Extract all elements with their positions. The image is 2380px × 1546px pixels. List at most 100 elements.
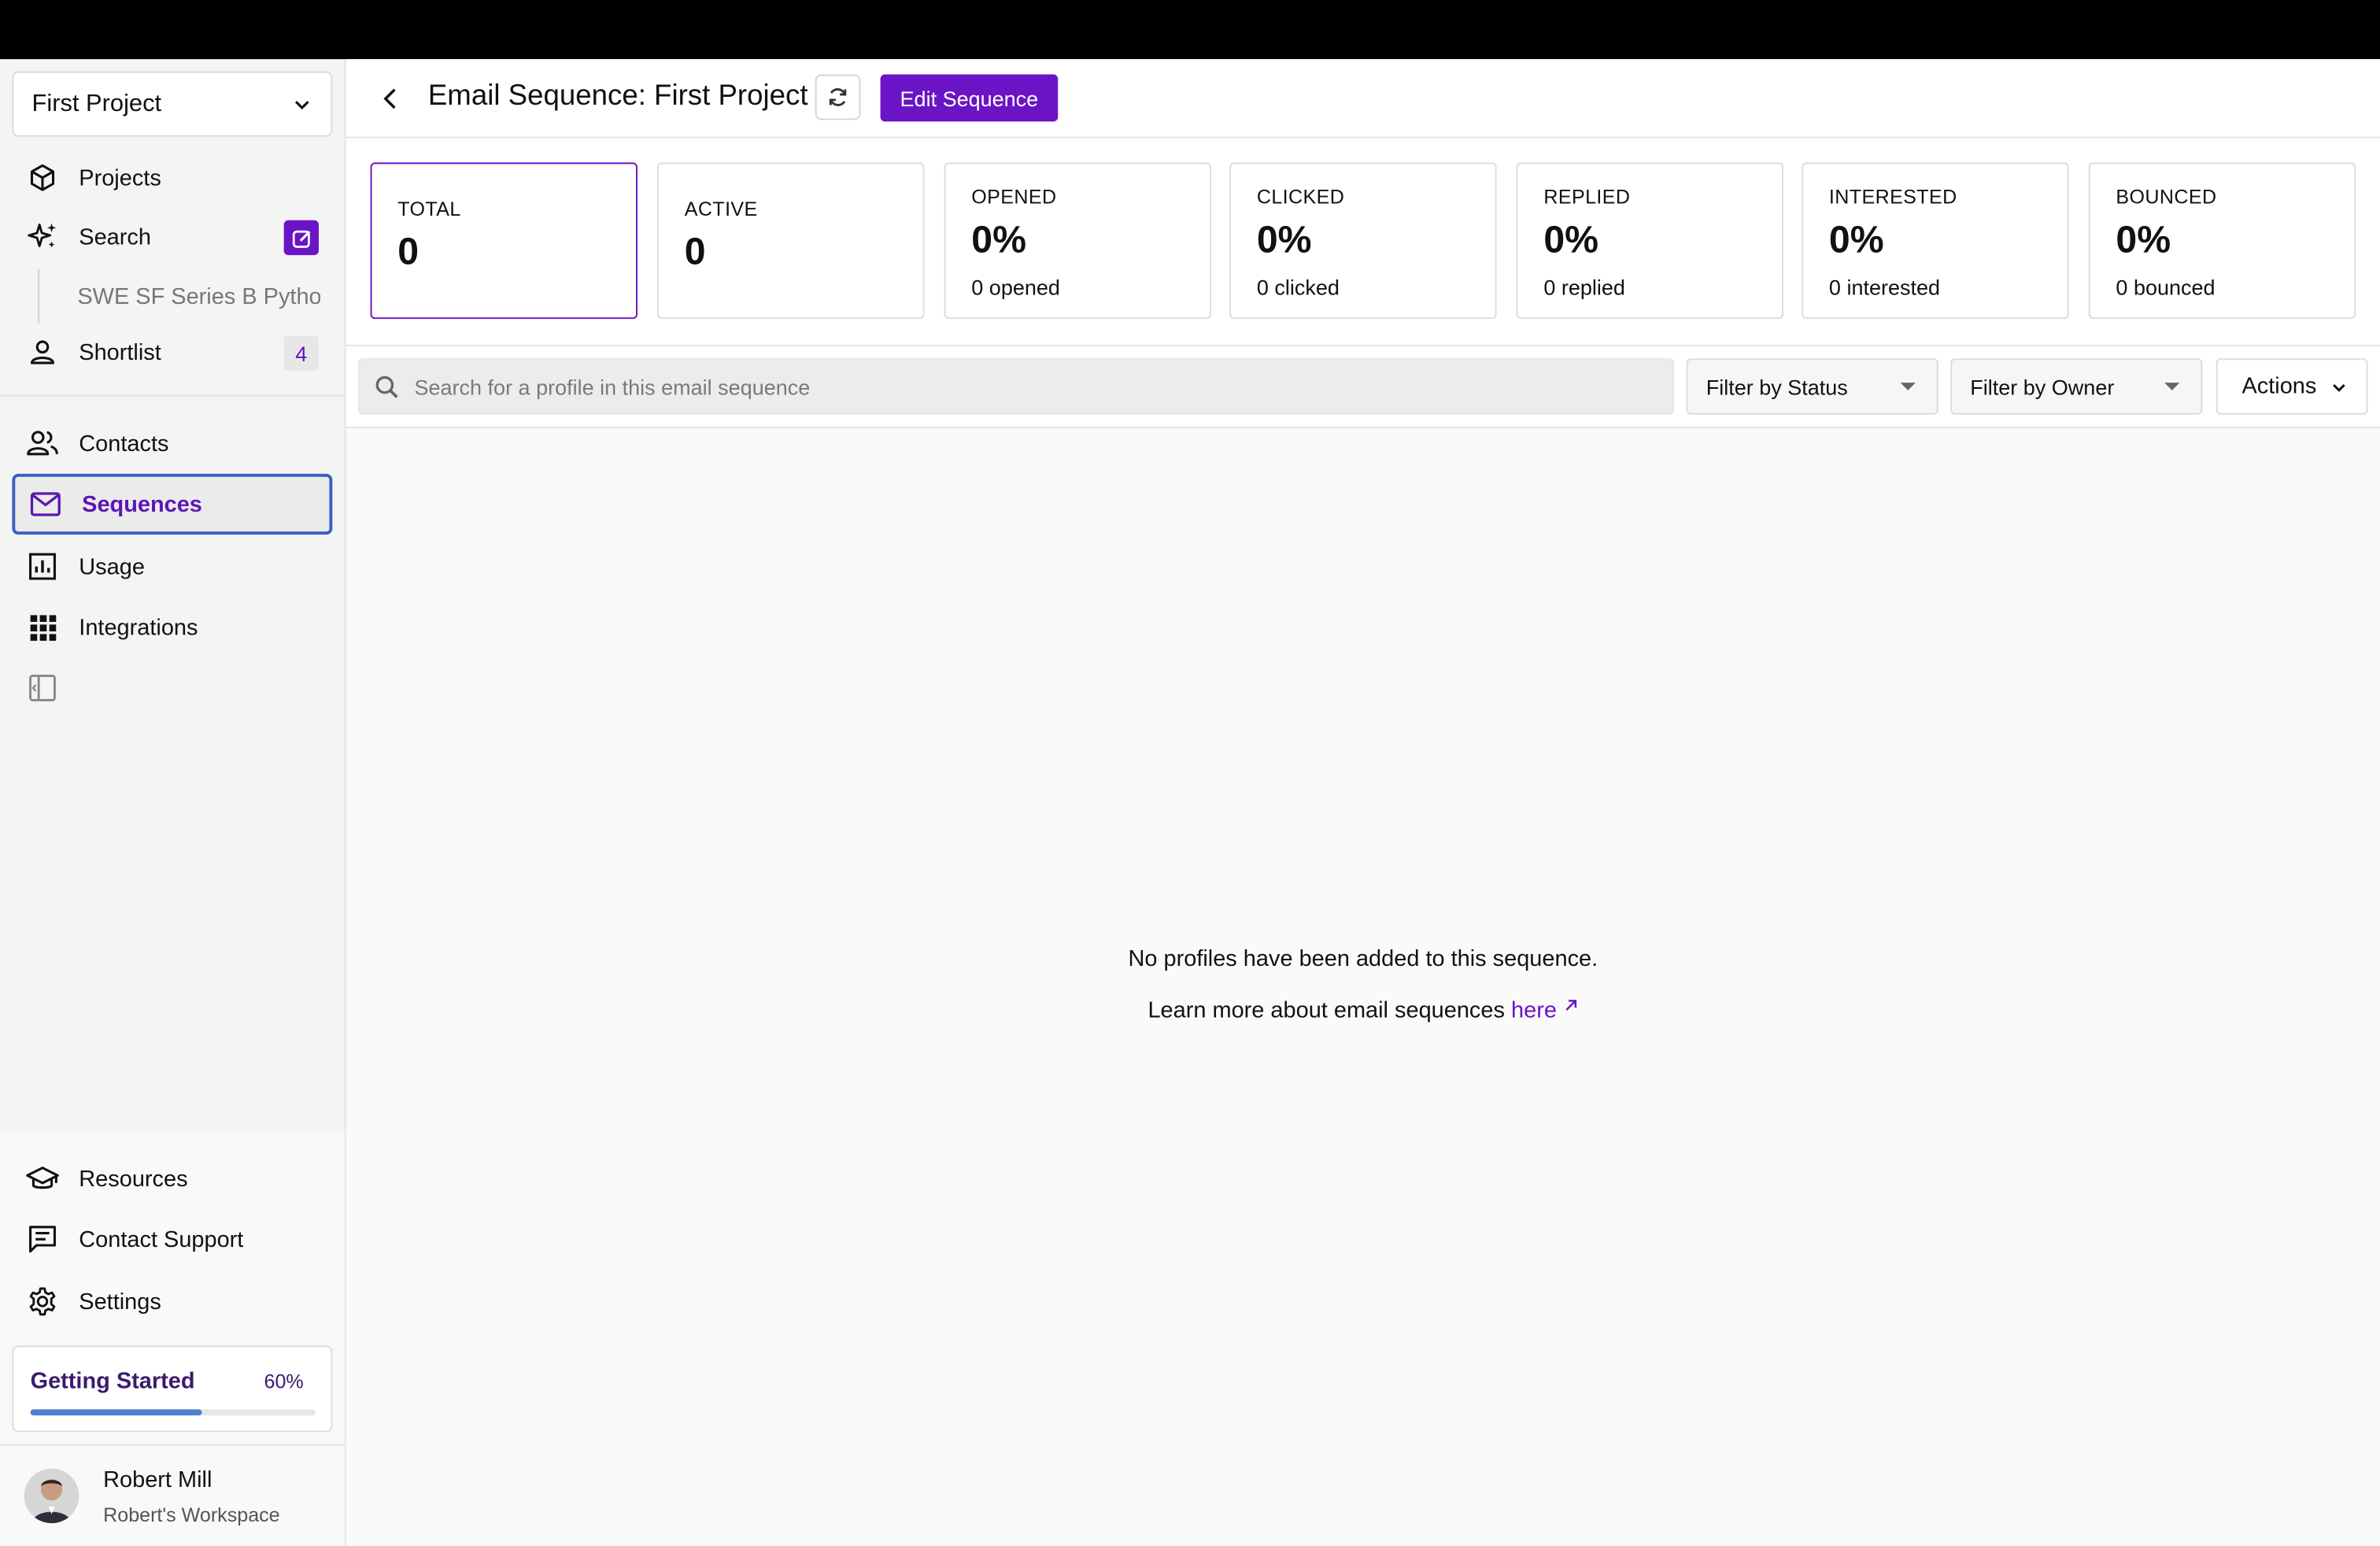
stat-value: 0 xyxy=(684,231,706,274)
page-header: Email Sequence: First Project Edit Seque… xyxy=(346,59,2380,139)
empty-state-message: No profiles have been added to this sequ… xyxy=(1128,945,1598,972)
nav-usage[interactable]: Usage xyxy=(12,536,332,597)
chevron-down-icon xyxy=(294,100,309,109)
progress-fill xyxy=(30,1409,202,1416)
tree-line xyxy=(38,268,40,324)
stat-value: 0% xyxy=(2116,218,2171,261)
learn-more-link-label: here xyxy=(1511,997,1557,1024)
page-title: Email Sequence: First Project xyxy=(427,80,808,113)
nav-search[interactable]: Search xyxy=(12,206,332,267)
shortlist-count-badge: 4 xyxy=(283,335,319,371)
stat-card-interested[interactable]: INTERESTED 0% 0 interested xyxy=(1802,162,2069,320)
nav-settings[interactable]: Settings xyxy=(12,1271,332,1332)
graduation-cap-icon xyxy=(26,1162,59,1195)
user-account[interactable]: Robert Mill Robert's Workspace xyxy=(0,1446,345,1546)
chevron-down-icon xyxy=(2333,384,2345,392)
stat-label: OPENED xyxy=(971,185,1057,209)
stat-label: ACTIVE xyxy=(684,197,758,220)
back-button[interactable] xyxy=(373,82,406,115)
top-bar xyxy=(0,0,2380,60)
progress-track xyxy=(30,1409,316,1416)
learn-more-text: Learn more about email sequences xyxy=(1148,997,1505,1024)
nav-projects[interactable]: Projects xyxy=(12,147,332,208)
stats-area: TOTAL 0 ACTIVE 0 OPENED 0% 0 opened CLIC… xyxy=(346,138,2380,346)
nav-sequences-label: Sequences xyxy=(82,491,202,517)
sparkles-icon xyxy=(26,220,59,253)
stat-card-total[interactable]: TOTAL 0 xyxy=(370,162,638,320)
search-icon xyxy=(375,375,398,398)
getting-started-percent: 60% xyxy=(264,1370,304,1393)
edit-icon xyxy=(291,229,310,247)
sidebar-divider xyxy=(0,394,345,397)
nav-integrations-label: Integrations xyxy=(79,614,198,641)
filter-status-dropdown[interactable]: Filter by Status xyxy=(1686,358,1938,415)
nav-contact-support[interactable]: Contact Support xyxy=(12,1209,332,1270)
refresh-icon xyxy=(829,88,847,106)
main-content: Email Sequence: First Project Edit Seque… xyxy=(346,59,2380,1546)
external-link-icon xyxy=(1565,1000,1576,1011)
edit-sequence-button[interactable]: Edit Sequence xyxy=(880,74,1059,122)
nav-shortlist[interactable]: Shortlist 4 xyxy=(12,322,332,383)
nav-projects-label: Projects xyxy=(79,165,161,191)
stat-value: 0% xyxy=(971,218,1026,261)
sidebar-collapse-icon xyxy=(26,671,59,705)
stat-card-clicked[interactable]: CLICKED 0% 0 clicked xyxy=(1229,162,1497,320)
stat-subtext: 0 interested xyxy=(1828,275,1941,300)
bar-chart-icon xyxy=(26,549,59,583)
nav-search-label: Search xyxy=(79,224,151,250)
refresh-button[interactable] xyxy=(815,74,861,120)
cube-icon xyxy=(26,161,59,194)
stat-label: REPLIED xyxy=(1543,185,1631,209)
stat-card-active[interactable]: ACTIVE 0 xyxy=(657,162,925,320)
stat-subtext: 0 clicked xyxy=(1256,275,1340,300)
nav-resources[interactable]: Resources xyxy=(12,1148,332,1209)
filter-owner-label: Filter by Owner xyxy=(1970,374,2115,399)
learn-more-link[interactable]: here xyxy=(1511,997,1578,1024)
filter-status-label: Filter by Status xyxy=(1706,374,1848,399)
nav-contacts[interactable]: Contacts xyxy=(12,413,332,474)
nav-integrations[interactable]: Integrations xyxy=(12,597,332,657)
project-select[interactable]: First Project xyxy=(12,71,333,137)
chevron-left-icon xyxy=(383,88,396,109)
gear-icon xyxy=(26,1285,59,1318)
stat-subtext: 0 opened xyxy=(971,275,1060,300)
search-input[interactable] xyxy=(414,374,1629,399)
avatar xyxy=(24,1468,79,1524)
stat-label: TOTAL xyxy=(397,197,461,220)
stat-label: CLICKED xyxy=(1256,185,1345,209)
nav-resources-label: Resources xyxy=(79,1165,188,1192)
nav-contacts-label: Contacts xyxy=(79,430,169,457)
stat-card-bounced[interactable]: BOUNCED 0% 0 bounced xyxy=(2088,162,2356,320)
learn-more-line: Learn more about email sequences here xyxy=(346,997,2380,1024)
people-icon xyxy=(26,427,59,460)
collapse-sidebar-button[interactable] xyxy=(12,657,332,718)
stat-card-opened[interactable]: OPENED 0% 0 opened xyxy=(944,162,1211,320)
stat-card-replied[interactable]: REPLIED 0% 0 replied xyxy=(1516,162,1784,320)
filter-bar: Filter by Status Filter by Owner Actions xyxy=(346,346,2380,429)
sidebar: First Project Projects Search SWE SF Ser… xyxy=(0,59,346,1546)
filter-owner-dropdown[interactable]: Filter by Owner xyxy=(1950,358,2203,415)
stat-value: 0 xyxy=(397,231,419,274)
nav-sequences[interactable]: Sequences xyxy=(12,473,333,535)
profile-search[interactable] xyxy=(358,358,1675,415)
caret-down-icon xyxy=(1900,383,1916,390)
grid-icon xyxy=(26,611,59,644)
stat-subtext: 0 replied xyxy=(1543,275,1625,300)
caret-down-icon xyxy=(2164,383,2180,390)
project-select-label: First Project xyxy=(31,90,162,117)
chat-icon xyxy=(26,1222,59,1256)
nav-contact-support-label: Contact Support xyxy=(79,1226,244,1252)
saved-search-item[interactable]: SWE SF Series B Python xyxy=(77,275,320,317)
person-icon xyxy=(26,335,59,368)
getting-started-label: Getting Started xyxy=(30,1368,195,1395)
stat-label: INTERESTED xyxy=(1828,185,1957,209)
new-search-button[interactable] xyxy=(283,220,319,256)
stat-value: 0% xyxy=(1256,218,1312,261)
actions-label: Actions xyxy=(2241,373,2317,400)
getting-started-card[interactable]: Getting Started 60% xyxy=(12,1345,333,1433)
stat-value: 0% xyxy=(1543,218,1599,261)
mail-icon xyxy=(29,487,62,520)
stat-subtext: 0 bounced xyxy=(2116,275,2216,300)
actions-button[interactable]: Actions xyxy=(2216,358,2368,415)
app-window: First Project Projects Search SWE SF Ser… xyxy=(0,0,2380,1546)
